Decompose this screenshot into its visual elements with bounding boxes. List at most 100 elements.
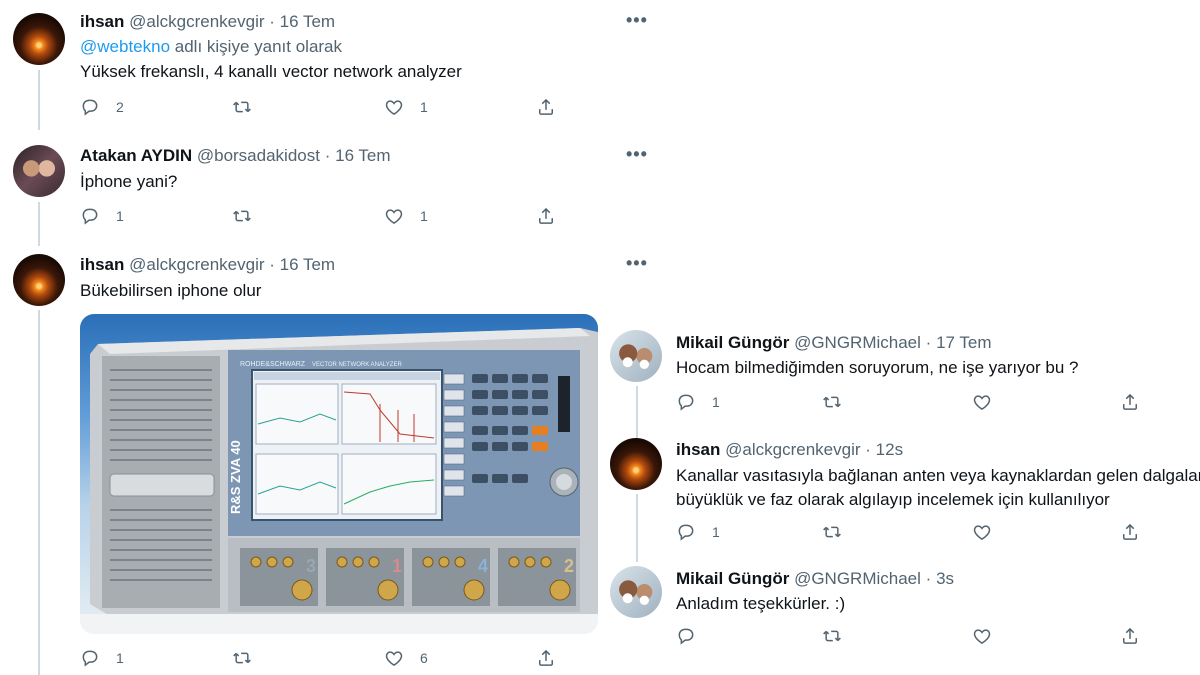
mention-link[interactable]: @webtekno [80, 37, 170, 56]
author-name[interactable]: Atakan AYDIN [80, 146, 192, 165]
like-button[interactable] [972, 522, 1008, 542]
retweet-button[interactable] [232, 648, 268, 668]
avatar[interactable] [610, 438, 662, 490]
reply-icon [80, 648, 100, 668]
reply-button[interactable]: 2 [80, 97, 124, 117]
timestamp[interactable]: 16 Tem [335, 146, 390, 165]
like-button[interactable] [972, 392, 1008, 412]
more-icon[interactable]: ••• [626, 10, 648, 31]
author-handle[interactable]: @GNGRMichael [794, 333, 921, 352]
retweet-icon [822, 392, 842, 412]
avatar[interactable] [13, 145, 65, 197]
panel-brand: ROHDE&SCHWARZ [240, 361, 306, 368]
reply-count: 1 [712, 524, 720, 540]
tweet[interactable]: ihsan @alckgcrenkevgir · 12s Kanallar va… [598, 430, 1200, 565]
share-icon [536, 206, 556, 226]
right-thread: Mikail Güngör @GNGRMichael · 17 Tem Hoca… [598, 318, 1200, 675]
reply-icon [676, 626, 696, 646]
tweet[interactable]: Mikail Güngör @GNGRMichael · 3s Anladım … [598, 560, 1200, 675]
tweet[interactable]: ihsan @alckgcrenkevgir · 16 Tem ••• @web… [0, 0, 660, 130]
reply-icon [676, 392, 696, 412]
tweet-media-photo[interactable]: ROHDE&SCHWARZ VECTOR NETWORK ANALYZER R& [80, 314, 598, 634]
dot-separator: · [925, 569, 932, 588]
author-name[interactable]: ihsan [80, 255, 124, 274]
like-button[interactable]: 1 [384, 97, 428, 117]
left-thread: ihsan @alckgcrenkevgir · 16 Tem ••• @web… [0, 0, 660, 675]
share-icon [1120, 392, 1140, 412]
reply-button[interactable]: 1 [80, 206, 124, 226]
reply-button[interactable]: 1 [80, 648, 124, 668]
like-count: 6 [420, 650, 428, 666]
dot-separator: · [269, 255, 275, 274]
avatar[interactable] [13, 13, 65, 65]
tweet[interactable]: Atakan AYDIN @borsadakidost · 16 Tem •••… [0, 130, 660, 245]
more-icon[interactable]: ••• [626, 144, 648, 165]
reply-count: 1 [116, 650, 124, 666]
like-count: 1 [420, 208, 428, 224]
reply-button[interactable]: 1 [676, 522, 720, 542]
share-button[interactable] [536, 97, 556, 117]
timestamp[interactable]: 16 Tem [280, 255, 335, 274]
port-number: 3 [306, 556, 316, 576]
retweet-button[interactable] [232, 97, 268, 117]
author-handle[interactable]: @alckgcrenkevgir [129, 12, 264, 31]
author-handle[interactable]: @alckgcrenkevgir [129, 255, 264, 274]
reply-icon [80, 206, 100, 226]
retweet-button[interactable] [232, 206, 268, 226]
reply-icon [80, 97, 100, 117]
author-handle[interactable]: @borsadakidost [197, 146, 320, 165]
like-icon [384, 648, 404, 668]
dot-separator: · [925, 333, 932, 352]
author-name[interactable]: Mikail Güngör [676, 333, 789, 352]
like-button[interactable]: 1 [384, 206, 428, 226]
reply-button[interactable]: 1 [676, 392, 720, 412]
timestamp[interactable]: 16 Tem [280, 12, 335, 31]
reply-button[interactable] [676, 626, 712, 646]
retweet-icon [822, 522, 842, 542]
more-icon[interactable]: ••• [626, 253, 648, 274]
share-icon [1120, 522, 1140, 542]
share-button[interactable] [536, 648, 556, 668]
author-handle[interactable]: @GNGRMichael [794, 569, 921, 588]
avatar[interactable] [610, 566, 662, 618]
tweet[interactable]: Mikail Güngör @GNGRMichael · 17 Tem Hoca… [598, 318, 1200, 438]
retweet-button[interactable] [822, 392, 858, 412]
avatar[interactable] [610, 330, 662, 382]
share-button[interactable] [536, 206, 556, 226]
dot-separator: · [269, 12, 275, 31]
like-button[interactable] [972, 626, 1008, 646]
share-button[interactable] [1120, 522, 1140, 542]
tweet-text: İphone yani? [80, 172, 178, 191]
dot-separator: · [865, 440, 871, 459]
network-analyzer-photo: ROHDE&SCHWARZ VECTOR NETWORK ANALYZER R& [80, 328, 598, 634]
retweet-button[interactable] [822, 626, 858, 646]
like-button[interactable]: 6 [384, 648, 428, 668]
author-name[interactable]: Mikail Güngör [676, 569, 789, 588]
author-name[interactable]: ihsan [80, 12, 124, 31]
timestamp[interactable]: 12s [876, 440, 903, 459]
share-icon [536, 648, 556, 668]
avatar[interactable] [13, 254, 65, 306]
retweet-button[interactable] [822, 522, 858, 542]
share-icon [536, 97, 556, 117]
reply-count: 1 [712, 394, 720, 410]
author-name[interactable]: ihsan [676, 440, 720, 459]
author-handle[interactable]: @alckgcrenkevgir [725, 440, 860, 459]
share-button[interactable] [1120, 392, 1140, 412]
retweet-icon [232, 648, 252, 668]
timestamp[interactable]: 17 Tem [936, 333, 991, 352]
share-button[interactable] [1120, 626, 1140, 646]
retweet-icon [822, 626, 842, 646]
tweet-text-line-1: Kanallar vasıtasıyla bağlanan anten veya… [676, 466, 1200, 485]
like-count: 1 [420, 99, 428, 115]
retweet-icon [232, 97, 252, 117]
timestamp[interactable]: 3s [936, 569, 954, 588]
tweet-text: Anladım teşekkürler. :) [676, 594, 846, 613]
tweet-text-line-2: büyüklük ve faz olarak algılayıp incelem… [676, 490, 1110, 509]
tweet-text: Yüksek frekanslı, 4 kanallı vector netwo… [80, 62, 462, 81]
reply-icon [676, 522, 696, 542]
reply-count: 1 [116, 208, 124, 224]
share-icon [1120, 626, 1140, 646]
port-number: 4 [478, 556, 488, 576]
retweet-icon [232, 206, 252, 226]
